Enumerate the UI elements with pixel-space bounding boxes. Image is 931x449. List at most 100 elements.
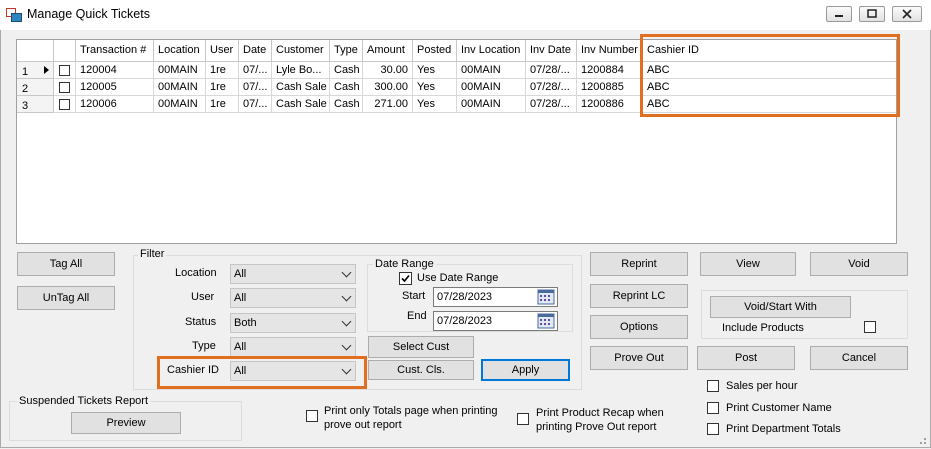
column-header-user[interactable]: User bbox=[206, 40, 239, 62]
user-value: All bbox=[234, 292, 247, 304]
reprint-lc-button[interactable]: Reprint LC bbox=[590, 284, 688, 308]
table-cell[interactable]: 00MAIN bbox=[457, 96, 526, 113]
cust-cls-button[interactable]: Cust. Cls. bbox=[368, 360, 474, 380]
table-cell[interactable]: 30.00 bbox=[363, 62, 413, 79]
chevron-down-icon bbox=[341, 267, 352, 278]
minimize-button[interactable] bbox=[826, 6, 852, 22]
tag-cell[interactable] bbox=[54, 79, 76, 96]
table-cell[interactable]: 120005 bbox=[76, 79, 154, 96]
start-date-field[interactable]: 07/28/2023 bbox=[433, 287, 558, 307]
column-header-customer[interactable]: Customer bbox=[272, 40, 330, 62]
type-select[interactable]: All bbox=[230, 337, 356, 357]
void-button[interactable]: Void bbox=[810, 252, 908, 276]
prove-out-button[interactable]: Prove Out bbox=[590, 346, 688, 370]
tag-all-button[interactable]: Tag All bbox=[17, 252, 115, 276]
print-department-totals-label: Print Department Totals bbox=[726, 423, 841, 435]
preview-button[interactable]: Preview bbox=[71, 412, 181, 434]
table-cell[interactable]: Yes bbox=[413, 96, 457, 113]
table-cell[interactable]: 00MAIN bbox=[154, 79, 206, 96]
column-header-date[interactable]: Date bbox=[239, 40, 272, 62]
table-cell[interactable]: Cash Sale bbox=[272, 79, 330, 96]
table-cell[interactable]: 07/... bbox=[239, 62, 272, 79]
reprint-button[interactable]: Reprint bbox=[590, 252, 688, 276]
column-header-inv-date[interactable]: Inv Date bbox=[526, 40, 577, 62]
table-cell[interactable]: 300.00 bbox=[363, 79, 413, 96]
close-button[interactable] bbox=[892, 6, 922, 22]
table-cell[interactable]: 1200884 bbox=[577, 62, 643, 79]
table-cell[interactable]: 120006 bbox=[76, 96, 154, 113]
untag-all-button[interactable]: UnTag All bbox=[17, 286, 115, 310]
column-header-posted[interactable]: Posted bbox=[413, 40, 457, 62]
status-select[interactable]: Both bbox=[230, 313, 356, 333]
tag-checkbox[interactable] bbox=[59, 65, 70, 76]
post-button[interactable]: Post bbox=[697, 346, 795, 370]
row-number: 2 bbox=[22, 83, 29, 95]
table-cell[interactable]: 1re bbox=[206, 62, 239, 79]
table-cell[interactable]: 00MAIN bbox=[457, 79, 526, 96]
table-cell[interactable]: Cash bbox=[330, 96, 363, 113]
maximize-button[interactable] bbox=[859, 6, 885, 22]
tag-cell[interactable] bbox=[54, 62, 76, 79]
print-customer-name-checkbox[interactable] bbox=[707, 402, 719, 414]
table-cell[interactable]: 07/... bbox=[239, 79, 272, 96]
column-header-inv-number[interactable]: Inv Number bbox=[577, 40, 643, 62]
column-header-amount[interactable]: Amount bbox=[363, 40, 413, 62]
table-cell[interactable]: Cash bbox=[330, 62, 363, 79]
end-date-field[interactable]: 07/28/2023 bbox=[433, 311, 558, 331]
print-customer-name-label: Print Customer Name bbox=[726, 402, 832, 414]
calendar-icon[interactable] bbox=[537, 289, 555, 305]
table-cell[interactable]: 120004 bbox=[76, 62, 154, 79]
view-button[interactable]: View bbox=[700, 252, 796, 276]
row-header[interactable]: 2 bbox=[17, 79, 54, 96]
row-header[interactable]: 1 bbox=[17, 62, 54, 79]
tag-checkbox[interactable] bbox=[59, 82, 70, 93]
column-header-inv-location[interactable]: Inv Location bbox=[457, 40, 526, 62]
table-cell[interactable]: 07/28/... bbox=[526, 62, 577, 79]
date-range-legend: Date Range bbox=[373, 258, 436, 270]
column-header-transaction[interactable]: Transaction # bbox=[76, 40, 154, 62]
table-cell[interactable]: Yes bbox=[413, 79, 457, 96]
table-cell[interactable]: 00MAIN bbox=[154, 96, 206, 113]
void-start-with-button[interactable]: Void/Start With bbox=[710, 296, 851, 318]
table-cell[interactable]: 271.00 bbox=[363, 96, 413, 113]
print-totals-checkbox[interactable] bbox=[306, 410, 318, 422]
table-cell[interactable]: 07/28/... bbox=[526, 79, 577, 96]
column-header-location[interactable]: Location bbox=[154, 40, 206, 62]
table-cell[interactable]: 1200886 bbox=[577, 96, 643, 113]
resize-grip-icon[interactable] bbox=[915, 433, 927, 445]
row-header[interactable]: 3 bbox=[17, 96, 54, 113]
table-cell[interactable]: 07/... bbox=[239, 96, 272, 113]
table-cell[interactable]: 07/28/... bbox=[526, 96, 577, 113]
user-select[interactable]: All bbox=[230, 288, 356, 308]
table-cell[interactable]: Yes bbox=[413, 62, 457, 79]
tag-column-header[interactable] bbox=[54, 40, 76, 62]
print-recap-checkbox[interactable] bbox=[517, 413, 529, 425]
row-header-corner bbox=[17, 40, 54, 62]
table-cell[interactable]: 1200885 bbox=[577, 79, 643, 96]
use-date-range-checkbox[interactable] bbox=[399, 272, 412, 285]
apply-button[interactable]: Apply bbox=[481, 359, 570, 381]
calendar-icon[interactable] bbox=[537, 313, 555, 329]
table-cell[interactable]: 00MAIN bbox=[154, 62, 206, 79]
sales-per-hour-checkbox[interactable] bbox=[707, 380, 719, 392]
print-department-totals-checkbox[interactable] bbox=[707, 423, 719, 435]
table-cell[interactable]: 00MAIN bbox=[457, 62, 526, 79]
cancel-button[interactable]: Cancel bbox=[810, 346, 908, 370]
cashier-id-column-highlight bbox=[640, 34, 900, 117]
tag-cell[interactable] bbox=[54, 96, 76, 113]
location-select[interactable]: All bbox=[230, 264, 356, 284]
table-cell[interactable]: Cash Sale bbox=[272, 96, 330, 113]
location-label: Location bbox=[175, 267, 217, 279]
table-cell[interactable]: 1re bbox=[206, 96, 239, 113]
table-cell[interactable]: 1re bbox=[206, 79, 239, 96]
sales-per-hour-label: Sales per hour bbox=[726, 380, 798, 392]
table-cell[interactable]: Lyle Bo... bbox=[272, 62, 330, 79]
table-cell[interactable]: Cash bbox=[330, 79, 363, 96]
minimize-icon bbox=[835, 15, 843, 17]
tag-checkbox[interactable] bbox=[59, 99, 70, 110]
column-header-type[interactable]: Type bbox=[330, 40, 363, 62]
select-cust-button[interactable]: Select Cust bbox=[368, 336, 474, 358]
row-number: 3 bbox=[22, 100, 29, 112]
include-products-checkbox[interactable] bbox=[864, 321, 876, 333]
options-button[interactable]: Options bbox=[590, 315, 688, 339]
